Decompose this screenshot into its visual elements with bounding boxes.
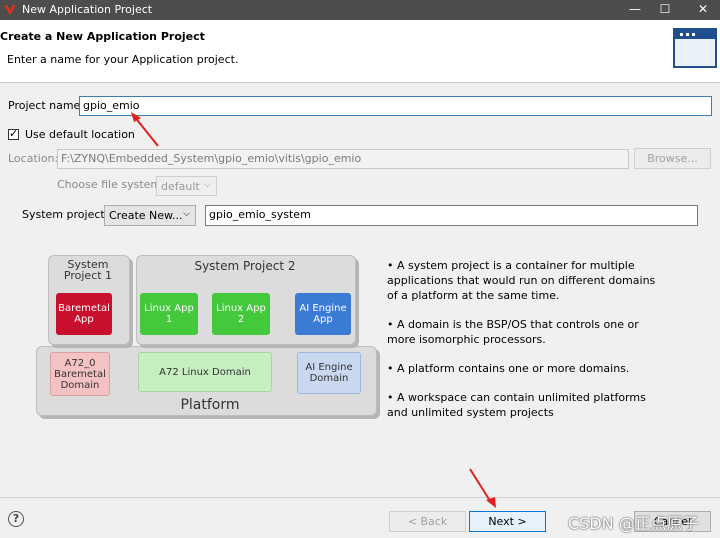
chevron-down-icon: ⌵: [204, 180, 211, 190]
location-label: Location:: [8, 152, 59, 165]
system-project-2-label: System Project 2: [194, 259, 296, 273]
back-button[interactable]: < Back: [389, 511, 466, 532]
a72-linux-domain-block: A72 Linux Domain: [138, 352, 272, 392]
wizard-banner-icon: [673, 28, 717, 68]
info-bullet: • A domain is the BSP/OS that controls o…: [387, 318, 639, 346]
ai-engine-app-block: AI Engine App: [295, 293, 351, 335]
page-description: Enter a name for your Application projec…: [7, 53, 239, 66]
footer-divider: [0, 497, 720, 498]
system-project-label: System project:: [22, 208, 109, 221]
project-name-label: Project name:: [8, 99, 85, 112]
info-bullet: • A workspace can contain unlimited plat…: [387, 391, 646, 419]
close-button[interactable]: ✕: [688, 0, 718, 20]
linux-app-1-block: Linux App 1: [140, 293, 198, 335]
chevron-down-icon: ⌵: [183, 209, 190, 219]
platform-label: Platform: [180, 397, 240, 413]
app-logo-icon: [4, 5, 16, 15]
info-bullet: • A system project is a container for mu…: [387, 259, 656, 302]
window-title: New Application Project: [22, 3, 153, 16]
a72-baremetal-domain-block: A72_0 Baremetal Domain: [50, 352, 110, 396]
minimize-button[interactable]: —: [620, 0, 650, 20]
project-name-input[interactable]: gpio_emio: [79, 96, 712, 116]
info-bullets: • A system project is a container for mu…: [387, 258, 667, 434]
title-bar: New Application Project — ☐ ✕: [0, 0, 720, 20]
use-default-location-label: Use default location: [25, 128, 135, 141]
watermark: CSDN @正点原子: [568, 514, 699, 533]
system-project-select[interactable]: Create New... ⌵: [104, 205, 196, 226]
use-default-location-checkbox[interactable]: [8, 127, 19, 140]
file-system-select[interactable]: default ⌵: [156, 176, 217, 196]
browse-button[interactable]: Browse...: [634, 148, 711, 169]
file-system-label: Choose file system:: [57, 178, 165, 191]
annotation-arrow-icon: [469, 468, 496, 508]
wizard-header: Create a New Application Project Enter a…: [0, 20, 720, 83]
system-project-1-label: System Project 1: [63, 258, 113, 282]
annotation-arrow-icon: [131, 112, 159, 147]
next-button[interactable]: Next >: [469, 511, 546, 532]
system-project-option: Create New...: [109, 209, 183, 222]
file-system-value: default: [161, 180, 200, 193]
system-project-name-input[interactable]: gpio_emio_system: [205, 205, 698, 226]
location-input[interactable]: F:\ZYNQ\Embedded_System\gpio_emio\vitis\…: [57, 149, 629, 169]
page-title: Create a New Application Project: [0, 30, 205, 43]
baremetal-app-block: Baremetal App: [56, 293, 112, 335]
ai-engine-domain-block: AI Engine Domain: [297, 352, 361, 394]
help-icon[interactable]: ?: [8, 511, 24, 527]
linux-app-2-block: Linux App 2: [212, 293, 270, 335]
info-bullet: • A platform contains one or more domain…: [387, 362, 630, 375]
maximize-button[interactable]: ☐: [650, 0, 680, 20]
